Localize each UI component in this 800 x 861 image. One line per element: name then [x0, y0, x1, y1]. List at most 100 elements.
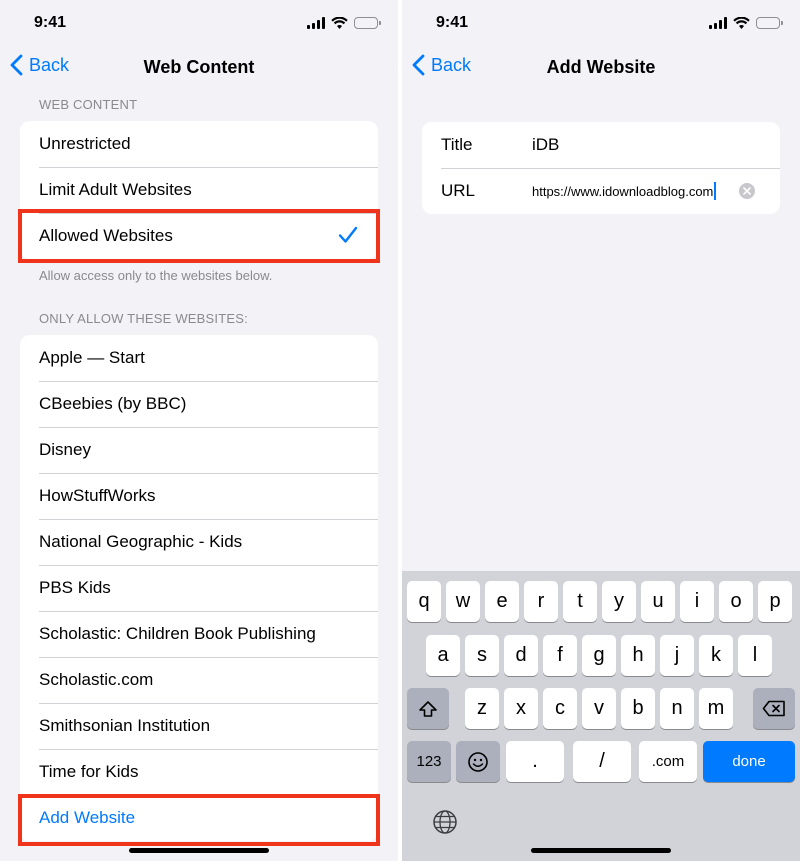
- key-l[interactable]: l: [738, 635, 772, 676]
- key-w[interactable]: w: [446, 581, 480, 622]
- website-label: Disney: [39, 440, 91, 459]
- website-item[interactable]: Time for Kids: [20, 749, 378, 795]
- option-label: Limit Adult Websites: [39, 180, 192, 199]
- allowed-websites-list: Apple — Start CBeebies (by BBC) Disney H…: [20, 335, 378, 841]
- title-row: Title iDB: [422, 122, 780, 168]
- key-f[interactable]: f: [543, 635, 577, 676]
- status-bar: 9:41: [0, 0, 398, 46]
- key-b[interactable]: b: [621, 688, 655, 729]
- url-field[interactable]: https://www.idownloadblog.com: [532, 182, 717, 200]
- home-indicator: [129, 848, 269, 853]
- website-item[interactable]: Scholastic.com: [20, 657, 378, 703]
- text-cursor: [714, 182, 717, 200]
- key-z[interactable]: z: [465, 688, 499, 729]
- add-website-button[interactable]: Add Website: [20, 795, 378, 841]
- shift-arrow-icon: [419, 700, 437, 717]
- website-item[interactable]: CBeebies (by BBC): [20, 381, 378, 427]
- key-s[interactable]: s: [465, 635, 499, 676]
- website-item[interactable]: PBS Kids: [20, 565, 378, 611]
- status-bar: 9:41: [402, 0, 800, 46]
- website-label: HowStuffWorks: [39, 486, 156, 505]
- shift-key[interactable]: [407, 688, 449, 729]
- key-k[interactable]: k: [699, 635, 733, 676]
- screenshot-root: 9:41 Back Web Content WEB CONTENT Unrest…: [0, 0, 800, 861]
- website-label: CBeebies (by BBC): [39, 394, 187, 413]
- emoji-key[interactable]: [456, 741, 500, 782]
- key-n[interactable]: n: [660, 688, 694, 729]
- website-item[interactable]: Apple — Start: [20, 335, 378, 381]
- page-title: Add Website: [546, 57, 656, 77]
- url-value: https://www.idownloadblog.com: [532, 183, 714, 199]
- key-q[interactable]: q: [407, 581, 441, 622]
- key-p[interactable]: p: [758, 581, 792, 622]
- globe-key[interactable]: [432, 809, 458, 840]
- key-m[interactable]: m: [699, 688, 733, 729]
- add-website-form: Title iDB URL https://www.idownloadblog.…: [422, 122, 780, 214]
- checkmark-icon: [338, 226, 358, 243]
- clear-x-icon: [743, 187, 751, 195]
- emoji-icon: [468, 751, 488, 772]
- battery-icon: [756, 17, 783, 29]
- done-key[interactable]: done: [703, 741, 795, 782]
- key-i[interactable]: i: [680, 581, 714, 622]
- key-v[interactable]: v: [582, 688, 616, 729]
- key-e[interactable]: e: [485, 581, 519, 622]
- website-item[interactable]: Disney: [20, 427, 378, 473]
- navigation-bar: Back Add Website: [402, 46, 800, 88]
- website-item[interactable]: Scholastic: Children Book Publishing: [20, 611, 378, 657]
- key-r[interactable]: r: [524, 581, 558, 622]
- website-item[interactable]: Smithsonian Institution: [20, 703, 378, 749]
- title-field[interactable]: iDB: [532, 135, 559, 155]
- numbers-key[interactable]: 123: [407, 741, 451, 782]
- website-label: Apple — Start: [39, 348, 145, 367]
- key-x[interactable]: x: [504, 688, 538, 729]
- wifi-icon: [733, 17, 750, 29]
- website-label: PBS Kids: [39, 578, 111, 597]
- url-label: URL: [441, 181, 476, 200]
- option-label: Unrestricted: [39, 134, 131, 153]
- keyboard: q w e r t y u i o p a s d f g h j k l z …: [402, 571, 800, 861]
- cellular-signal-icon: [709, 17, 727, 29]
- website-label: Time for Kids: [39, 762, 139, 781]
- key-u[interactable]: u: [641, 581, 675, 622]
- key-y[interactable]: y: [602, 581, 636, 622]
- url-row: URL https://www.idownloadblog.com: [422, 168, 780, 214]
- key-c[interactable]: c: [543, 688, 577, 729]
- web-content-section-header: WEB CONTENT: [39, 97, 138, 112]
- period-key[interactable]: .: [506, 741, 564, 782]
- key-j[interactable]: j: [660, 635, 694, 676]
- globe-icon: [433, 810, 457, 834]
- option-unrestricted[interactable]: Unrestricted: [20, 121, 378, 167]
- key-d[interactable]: d: [504, 635, 538, 676]
- key-o[interactable]: o: [719, 581, 753, 622]
- website-item[interactable]: HowStuffWorks: [20, 473, 378, 519]
- slash-key[interactable]: /: [573, 741, 631, 782]
- option-allowed-websites[interactable]: Allowed Websites: [20, 213, 378, 259]
- key-h[interactable]: h: [621, 635, 655, 676]
- add-website-screen: 9:41 Back Add Website Title iDB URL http…: [402, 0, 800, 861]
- status-time: 9:41: [436, 14, 469, 31]
- navigation-bar: Back Web Content: [0, 46, 398, 88]
- website-label: Scholastic.com: [39, 670, 154, 689]
- wifi-icon: [331, 17, 348, 29]
- add-website-label: Add Website: [39, 808, 136, 827]
- home-indicator: [531, 848, 671, 853]
- website-item[interactable]: National Geographic - Kids: [20, 519, 378, 565]
- option-label: Allowed Websites: [39, 226, 173, 245]
- website-label: Scholastic: Children Book Publishing: [39, 624, 316, 643]
- cellular-signal-icon: [307, 17, 325, 29]
- clear-text-button[interactable]: [739, 183, 755, 199]
- web-content-options: Unrestricted Limit Adult Websites Allowe…: [20, 121, 378, 259]
- battery-icon: [354, 17, 381, 29]
- key-g[interactable]: g: [582, 635, 616, 676]
- option-limit-adult-websites[interactable]: Limit Adult Websites: [20, 167, 378, 213]
- key-t[interactable]: t: [563, 581, 597, 622]
- key-a[interactable]: a: [426, 635, 460, 676]
- delete-key[interactable]: [753, 688, 795, 729]
- status-time: 9:41: [34, 14, 67, 31]
- dotcom-key[interactable]: .com: [639, 741, 697, 782]
- page-title: Web Content: [143, 57, 255, 77]
- title-label: Title: [441, 135, 473, 154]
- options-footer-text: Allow access only to the websites below.: [39, 268, 273, 283]
- website-label: National Geographic - Kids: [39, 532, 243, 551]
